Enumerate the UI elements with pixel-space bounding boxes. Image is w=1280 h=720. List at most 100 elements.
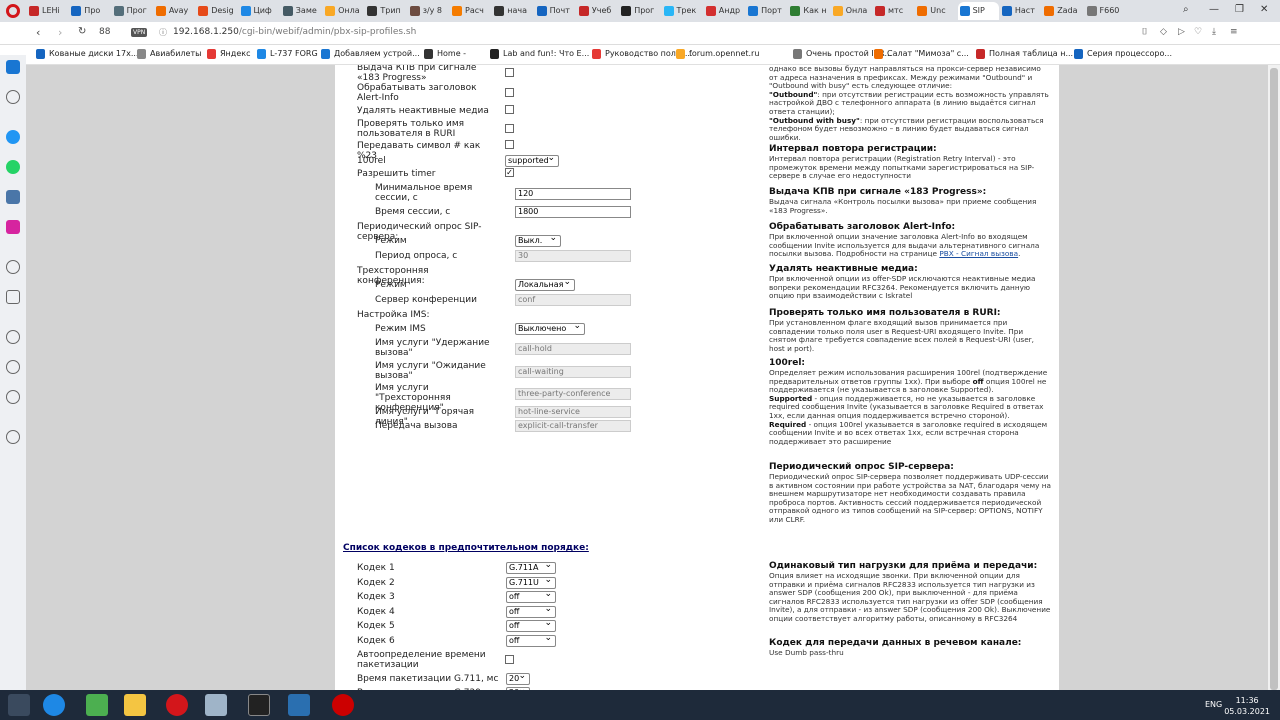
field-checkbox[interactable]	[505, 124, 514, 133]
codec-select[interactable]: off	[506, 604, 556, 618]
whatsapp-icon[interactable]	[6, 160, 20, 174]
clock[interactable]: 11:36 05.03.2021	[1224, 695, 1270, 717]
tab-9[interactable]: з/у 8	[408, 2, 449, 20]
bookmark-8[interactable]: forum.opennet.ru	[676, 49, 759, 59]
codec-select[interactable]: off	[506, 618, 556, 633]
tab-14[interactable]: Прог	[619, 2, 660, 20]
tab-6[interactable]: Заме	[281, 2, 322, 20]
tab-12[interactable]: Почт	[535, 2, 576, 20]
remote-desktop-icon[interactable]	[288, 694, 310, 716]
tab-8[interactable]: Трип	[365, 2, 406, 20]
field-checkbox[interactable]	[505, 68, 514, 77]
heart-icon[interactable]: ♡	[1194, 27, 1202, 37]
heart-sidebar-icon[interactable]	[6, 330, 20, 344]
bookmark-0[interactable]: Кованые диски 17х...	[36, 49, 138, 59]
notes-icon[interactable]	[205, 694, 227, 716]
autodetect-checkbox[interactable]	[505, 655, 514, 664]
codec-select[interactable]: off	[506, 633, 556, 647]
tab-16[interactable]: Андр	[704, 2, 745, 20]
bookmark-12[interactable]: Серия процессоро...	[1074, 49, 1172, 59]
reload-icon[interactable]: ↻	[78, 26, 86, 37]
opera-logo-icon[interactable]	[6, 4, 20, 18]
field-input[interactable]: 1800	[515, 206, 631, 218]
tab-18[interactable]: Как н	[788, 2, 829, 20]
star-icon[interactable]	[6, 90, 20, 104]
app-icon[interactable]	[86, 694, 108, 716]
page-scrollbar-thumb[interactable]	[1270, 68, 1278, 690]
send-sidebar-icon[interactable]	[6, 290, 20, 304]
bookmark-1[interactable]: Авиабилеты	[137, 49, 201, 59]
player-icon[interactable]	[6, 260, 20, 274]
field-checkbox[interactable]: ✓	[505, 168, 514, 177]
tab-4[interactable]: Desig	[196, 2, 237, 20]
field-input[interactable]: 120	[515, 188, 631, 200]
field-select[interactable]: supported	[505, 153, 559, 167]
field-checkbox[interactable]	[505, 140, 514, 149]
send-icon[interactable]: ▷	[1178, 27, 1185, 37]
field-select[interactable]: Выключено	[515, 321, 585, 335]
ie-icon[interactable]	[43, 694, 65, 716]
explorer-icon[interactable]	[124, 694, 146, 716]
tab-1[interactable]: Про	[69, 2, 110, 20]
minimize-icon[interactable]: —	[1209, 4, 1219, 15]
help-link[interactable]: PBX - Сигнал вызова	[939, 249, 1018, 258]
tab-2[interactable]: Прог	[112, 2, 153, 20]
terminal-icon[interactable]	[248, 694, 270, 716]
tab-19[interactable]: Онла	[831, 2, 872, 20]
gear-icon[interactable]	[6, 390, 20, 404]
codec-select[interactable]: off	[506, 589, 556, 604]
bookmark-5[interactable]: Home -	[424, 49, 466, 59]
bookmark-3[interactable]: L-737 FORG	[257, 49, 318, 59]
tab-11[interactable]: нача	[492, 2, 533, 20]
opera-taskbar-icon[interactable]	[166, 694, 188, 716]
field-checkbox[interactable]	[505, 105, 514, 114]
tab-23[interactable]: Наст	[1000, 2, 1041, 20]
url-field[interactable]: 192.168.1.250/cgi-bin/webif/admin/pbx-si…	[173, 27, 416, 37]
bookmark-11[interactable]: Полная таблица н...	[976, 49, 1073, 59]
bookmark-6[interactable]: Lab and fun!: Что Е...	[490, 49, 589, 59]
download-icon[interactable]: ⤓	[1212, 27, 1216, 37]
messenger-icon[interactable]	[6, 130, 20, 144]
tab-17[interactable]: Порт	[746, 2, 787, 20]
bookmark-10[interactable]: Салат "Мимоза" с...	[874, 49, 969, 59]
bookmark-4[interactable]: Добавляем устрой...	[321, 49, 420, 59]
tab-0[interactable]: LEHi	[27, 2, 68, 20]
vpn-badge[interactable]: VPN	[131, 28, 148, 37]
forward-icon[interactable]: ›	[58, 26, 62, 39]
tab-20[interactable]: мтс	[873, 2, 914, 20]
ptime-g711-select[interactable]: 20	[506, 671, 530, 685]
tab-24[interactable]: Zada	[1042, 2, 1083, 20]
language-indicator[interactable]: ENG	[1205, 700, 1222, 709]
home-icon[interactable]	[6, 60, 20, 74]
settings-icon[interactable]: ≡	[1230, 27, 1238, 37]
tab-15[interactable]: Трек	[662, 2, 703, 20]
back-icon[interactable]: ‹	[36, 26, 40, 39]
tab-7[interactable]: Онла	[323, 2, 364, 20]
site-info-icon[interactable]: ⓘ	[159, 27, 167, 38]
close-window-icon[interactable]: ✕	[1260, 4, 1268, 15]
cube-icon[interactable]: ◇	[1160, 27, 1167, 37]
instagram-icon[interactable]	[6, 220, 20, 234]
tab-25[interactable]: F660	[1085, 2, 1126, 20]
tab-13[interactable]: Учеб	[577, 2, 618, 20]
start-icon[interactable]	[8, 694, 30, 716]
tab-5[interactable]: Циф	[239, 2, 280, 20]
field-select[interactable]: Выкл.	[515, 233, 561, 247]
search-tabs-icon[interactable]: ⌕	[1183, 4, 1189, 15]
camera-icon[interactable]: ⌷	[1142, 27, 1147, 37]
tab-21[interactable]: Unc	[915, 2, 956, 20]
tab-10[interactable]: Расч	[450, 2, 491, 20]
history-icon[interactable]	[6, 360, 20, 374]
tab-3[interactable]: Avay	[154, 2, 195, 20]
record-icon[interactable]	[332, 694, 354, 716]
codec-select[interactable]: G.711U	[506, 575, 556, 589]
lightbulb-icon[interactable]	[6, 430, 20, 444]
tab-22[interactable]: SIP	[957, 2, 999, 20]
restore-icon[interactable]: ❐	[1235, 4, 1244, 15]
vk-icon[interactable]	[6, 190, 20, 204]
bookmark-2[interactable]: Яндекс	[207, 49, 250, 59]
field-checkbox[interactable]	[505, 88, 514, 97]
tab-count-badge[interactable]: 88	[99, 27, 110, 37]
codec-select[interactable]: G.711A	[506, 560, 556, 574]
field-select[interactable]: Локальная	[515, 277, 575, 291]
